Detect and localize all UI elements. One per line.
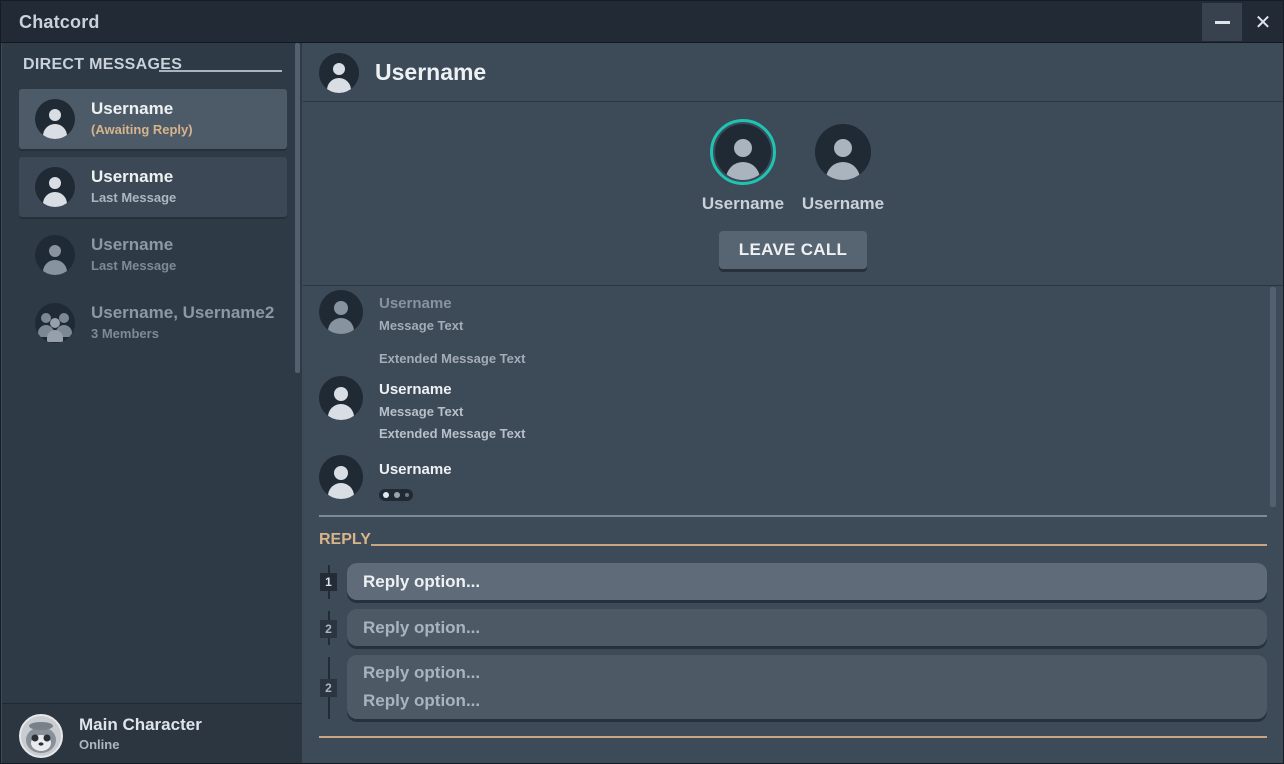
- reply-option-text: Reply option...: [363, 691, 481, 710]
- chat-header: Username: [303, 43, 1283, 102]
- message-author: Username: [379, 295, 452, 312]
- conversation-item-group[interactable]: Username, Username2 3 Members: [19, 293, 287, 353]
- current-user-panel[interactable]: Main Character Online: [2, 703, 302, 763]
- close-button[interactable]: ✕: [1243, 3, 1283, 41]
- character-portrait-icon: [26, 722, 56, 753]
- minimize-icon: [1214, 20, 1230, 24]
- message-text: Extended Message Text: [379, 351, 526, 366]
- message-text: Message Text: [379, 318, 464, 333]
- reply-option-number: 2: [320, 620, 337, 638]
- divider: [319, 736, 1267, 738]
- message-text: Message Text: [379, 404, 464, 419]
- user-avatar-icon: [715, 124, 771, 180]
- minimize-button[interactable]: [1202, 3, 1242, 41]
- user-avatar-icon: [35, 167, 75, 207]
- speaking-indicator: [710, 119, 776, 185]
- voice-call-panel: Username Username LEAVE CALL: [303, 103, 1283, 286]
- user-avatar-icon: [35, 235, 75, 275]
- divider: [159, 70, 282, 72]
- divider: [319, 515, 1267, 517]
- group-avatar-icon: [35, 303, 75, 343]
- chatcord-window: Chatcord ✕ DIRECT MESSAGES Username (Awa…: [0, 0, 1284, 764]
- participant-name: Username: [801, 194, 885, 213]
- reply-option[interactable]: Reply option...: [347, 563, 1267, 600]
- conversation-status: (Awaiting Reply): [91, 122, 193, 137]
- messages-scrollbar[interactable]: [1270, 287, 1276, 507]
- conversation-member-count: 3 Members: [91, 326, 159, 341]
- title-bar: Chatcord ✕: [1, 1, 1283, 43]
- reply-option-text: Reply option...: [363, 618, 481, 637]
- app-title: Chatcord: [19, 12, 100, 32]
- conversation-last-message: Last Message: [91, 190, 177, 205]
- close-icon: ✕: [1254, 11, 1272, 34]
- call-participant[interactable]: Username: [798, 119, 888, 214]
- conversation-name: Username: [91, 167, 174, 186]
- user-avatar-icon: [35, 99, 75, 139]
- leave-call-button[interactable]: LEAVE CALL: [719, 231, 867, 269]
- call-participant[interactable]: Username: [698, 119, 788, 214]
- typing-indicator-icon: [379, 489, 413, 501]
- reply-option[interactable]: Reply option...: [347, 609, 1267, 646]
- user-avatar-icon: [319, 376, 363, 420]
- chat-panel: Username Username Username LEAVE CALL Us…: [303, 43, 1283, 763]
- conversation-last-message: Last Message: [91, 258, 177, 273]
- participant-name: Username: [701, 194, 785, 213]
- message-text: Extended Message Text: [379, 426, 526, 441]
- user-avatar-icon: [319, 290, 363, 334]
- sidebar-scrollbar[interactable]: [295, 43, 300, 373]
- conversation-name: Username: [91, 99, 174, 118]
- chat-title: Username: [375, 59, 487, 85]
- conversation-item[interactable]: Username Last Message: [19, 225, 287, 285]
- divider: [371, 544, 1267, 546]
- message-author: Username: [379, 381, 452, 398]
- reply-option-number: 2: [320, 679, 337, 697]
- conversation-name: Username: [91, 235, 174, 254]
- reply-option-number: 1: [320, 573, 337, 591]
- conversation-name: Username, Username2: [91, 303, 275, 322]
- sidebar: DIRECT MESSAGES Username (Awaiting Reply…: [2, 43, 302, 763]
- message-author: Username: [379, 461, 452, 478]
- conversation-item[interactable]: Username (Awaiting Reply): [19, 89, 287, 149]
- user-avatar-icon: [319, 53, 359, 93]
- user-avatar-icon: [319, 455, 363, 499]
- message-list[interactable]: Username Message Text Extended Message T…: [303, 287, 1283, 512]
- conversation-item[interactable]: Username Last Message: [19, 157, 287, 217]
- current-user-status: Online: [79, 737, 120, 752]
- user-avatar-icon: [815, 124, 871, 180]
- reply-heading: REPLY: [319, 531, 371, 548]
- current-user-name: Main Character: [79, 715, 202, 734]
- current-user-avatar: [19, 714, 63, 758]
- reply-option-text: Reply option...: [363, 572, 481, 591]
- reply-option-text: Reply option...: [363, 663, 481, 682]
- reply-option[interactable]: Reply option... Reply option...: [347, 655, 1267, 719]
